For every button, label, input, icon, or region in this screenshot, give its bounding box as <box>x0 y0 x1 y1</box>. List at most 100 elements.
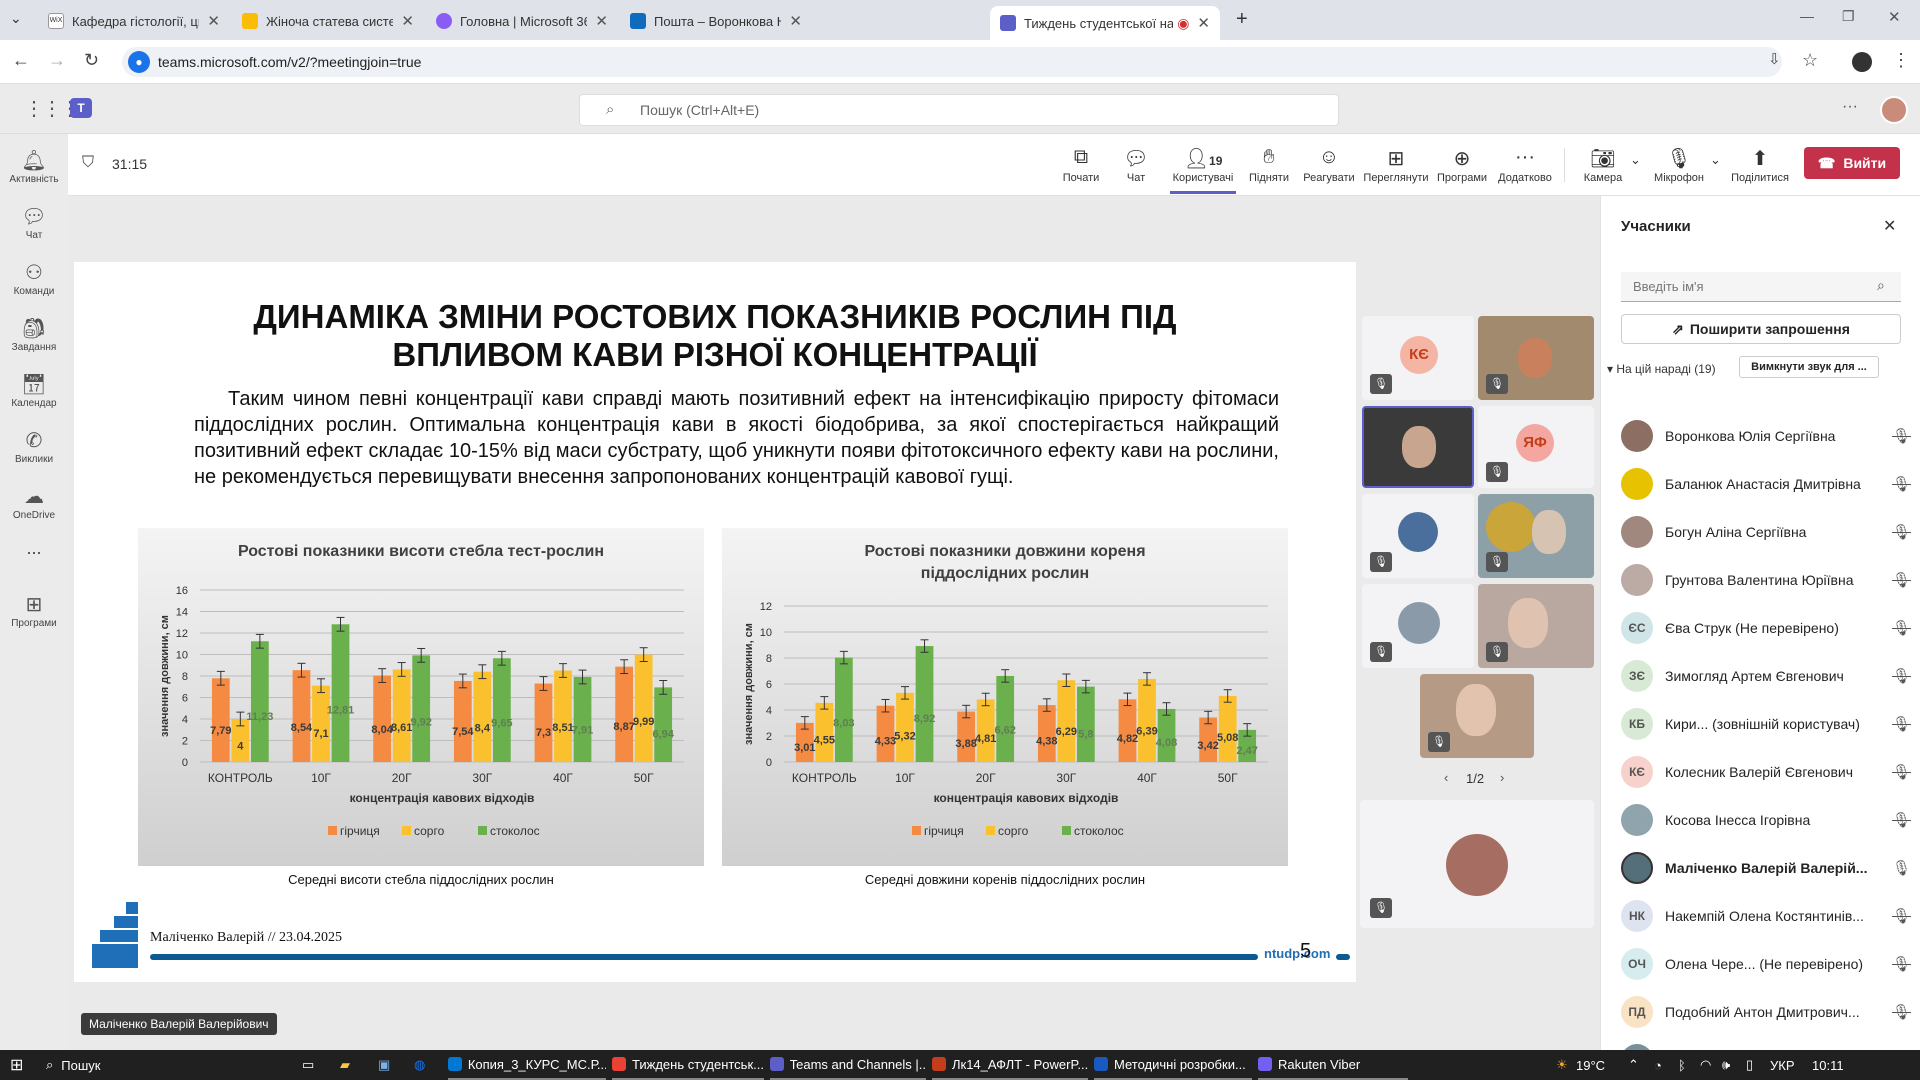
video-tile[interactable]: 🎙︎ <box>1362 584 1474 668</box>
participant-row[interactable]: Баланюк Анастасія Дмитрівна 🎙︎ <box>1621 464 1911 504</box>
network-icon[interactable]: ◔ <box>1654 1050 1662 1080</box>
video-tile[interactable]: 🎙︎ <box>1478 494 1594 578</box>
tray-chevron-icon[interactable]: ⌃ <box>1628 1050 1639 1080</box>
browser-menu-icon[interactable]: ⋮ <box>1892 50 1910 71</box>
forward-icon[interactable]: → <box>48 50 66 71</box>
site-info-icon[interactable]: ● <box>128 51 150 73</box>
share-button[interactable]: ⬆ Поділитися <box>1728 146 1792 184</box>
close-tab-icon[interactable]: ✕ <box>1197 14 1210 32</box>
new-tab-icon[interactable]: + <box>1236 8 1248 31</box>
rail-apps[interactable]: ⊞ Програми <box>0 592 68 629</box>
browser-tab[interactable]: WiXКафедра гістології, цитології та✕ <box>38 6 230 36</box>
rail-assignments[interactable]: 🎒︎ Завдання <box>0 316 68 353</box>
rail-onedrive[interactable]: ☁ OneDrive <box>0 484 68 521</box>
camera-button[interactable]: 📷︎ Камера <box>1578 146 1628 184</box>
close-window-icon[interactable]: ✕ <box>1888 8 1901 26</box>
volume-icon[interactable]: 🕪︎ <box>1722 1050 1730 1080</box>
video-tile[interactable]: 🎙︎ <box>1420 674 1534 758</box>
task-view-icon[interactable]: ▭ <box>302 1050 314 1080</box>
more-options-icon[interactable]: ··· <box>1842 98 1858 116</box>
taskbar-language[interactable]: УКР <box>1770 1050 1795 1080</box>
camera-options-chevron-icon[interactable]: ⌄ <box>1630 152 1641 168</box>
video-tile[interactable]: 🎙︎ <box>1362 494 1474 578</box>
taskbar-clock[interactable]: 10:11 <box>1812 1050 1844 1080</box>
apps-button[interactable]: ⊕ Програми <box>1434 146 1490 184</box>
participant-row[interactable]: Грунтова Валентина Юріївна 🎙︎ <box>1621 560 1911 600</box>
close-tab-icon[interactable]: ✕ <box>207 12 220 30</box>
mic-options-chevron-icon[interactable]: ⌄ <box>1710 152 1721 168</box>
restore-icon[interactable]: ❐ <box>1842 8 1855 25</box>
participant-row[interactable]: ПД Подобний Антон Дмитрович... 🎙︎ <box>1621 992 1911 1032</box>
gallery-next-icon[interactable]: › <box>1500 770 1504 785</box>
participant-row[interactable]: КБ Кири... (зовнішній користувач) 🎙︎ <box>1621 704 1911 744</box>
react-button[interactable]: ☺ Реагувати <box>1300 146 1358 184</box>
participant-row[interactable]: Маліченко Валерій Валерій... 🎙︎ <box>1621 848 1911 888</box>
close-tab-icon[interactable]: ✕ <box>401 12 414 30</box>
close-tab-icon[interactable]: ✕ <box>595 12 608 30</box>
browser-tab[interactable]: Головна | Microsoft 365 Copilo✕ <box>426 6 618 36</box>
participant-row[interactable]: Богун Аліна Сергіївна 🎙︎ <box>1621 512 1911 552</box>
browser-tab[interactable]: Пошта – Воронкова Юлія Серг✕ <box>620 6 812 36</box>
people-button[interactable]: 👤︎19 Користувачі <box>1170 146 1236 194</box>
in-meeting-section-toggle[interactable]: ▾ На цій нараді (19) <box>1607 362 1716 376</box>
bookmark-star-icon[interactable]: ☆ <box>1802 50 1818 71</box>
start-icon[interactable]: ⊞ <box>10 1050 23 1080</box>
browser-tab[interactable]: Жіноча статева система 2020.✕ <box>232 6 424 36</box>
rail-more[interactable]: ... <box>0 538 68 559</box>
tab-list-chevron-icon[interactable]: ⌄ <box>10 10 22 27</box>
store-icon[interactable]: ▣ <box>378 1050 390 1080</box>
back-icon[interactable]: ← <box>12 50 30 71</box>
more-button[interactable]: ··· Додатково <box>1492 146 1558 184</box>
participant-row[interactable]: ОЧ Олена Чере... (Не перевірено) 🎙︎ <box>1621 944 1911 984</box>
close-panel-icon[interactable]: ✕ <box>1883 216 1896 236</box>
chat-button[interactable]: 💬︎ Чат <box>1114 146 1158 184</box>
share-invite-button[interactable]: ⇗ Поширити запрошення <box>1621 314 1901 344</box>
video-tile[interactable]: 🎙︎ <box>1478 316 1594 400</box>
taskbar-search[interactable]: ⌕ Пошук <box>46 1050 100 1080</box>
file-explorer-icon[interactable]: ▰ <box>340 1050 350 1080</box>
rail-calls[interactable]: ✆ Виклики <box>0 428 68 465</box>
reload-icon[interactable]: ↻ <box>84 50 99 71</box>
video-tile[interactable]: КЄ 🎙︎ <box>1362 316 1474 400</box>
rail-calendar[interactable]: 📅︎ Календар <box>0 372 68 409</box>
participant-row[interactable]: НК Накемпій Олена Костянтинів... 🎙︎ <box>1621 896 1911 936</box>
minimize-icon[interactable]: — <box>1800 8 1814 24</box>
browser-tab-active[interactable]: Тиждень студентської нау ◉ ✕ <box>990 6 1220 40</box>
bluetooth-icon[interactable]: ᛒ <box>1678 1050 1686 1080</box>
user-avatar[interactable] <box>1880 96 1908 124</box>
rail-teams[interactable]: ⚇ Команди <box>0 260 68 297</box>
view-button[interactable]: ⊞ Переглянути <box>1360 146 1432 184</box>
taskbar-app[interactable]: Методичні розробки... <box>1094 1050 1252 1080</box>
rail-chat[interactable]: 💬︎ Чат <box>0 204 68 241</box>
rail-activity[interactable]: 🔔︎ Активність <box>0 148 68 185</box>
record-button[interactable]: ⧉ Почати <box>1056 146 1106 184</box>
raise-hand-button[interactable]: ✋︎ Підняти <box>1246 146 1292 184</box>
battery-icon[interactable]: ▯ <box>1746 1050 1753 1080</box>
wifi-icon[interactable]: ◠ <box>1700 1050 1711 1080</box>
profile-avatar[interactable] <box>1852 52 1872 72</box>
self-view-tile[interactable]: 🎙︎ <box>1360 800 1594 928</box>
video-tile[interactable]: ЯФ 🎙︎ <box>1478 406 1594 488</box>
taskbar-app[interactable]: Тиждень студентськ... <box>612 1050 764 1080</box>
leave-button[interactable]: ☎ Вийти <box>1804 147 1900 179</box>
participant-row[interactable]: ЄС Єва Струк (Не перевірено) 🎙︎ <box>1621 608 1911 648</box>
participant-row[interactable]: ЗЄ Зимогляд Артем Євгенович 🎙︎ <box>1621 656 1911 696</box>
taskbar-app[interactable]: Лк14_АФЛТ - PowerP... <box>932 1050 1088 1080</box>
mute-all-button[interactable]: Вимкнути звук для ... <box>1739 356 1879 378</box>
search-input[interactable]: ⌕ Пошук (Ctrl+Alt+E) <box>579 94 1339 126</box>
outlook-taskbar-icon[interactable]: ◍ <box>414 1050 425 1080</box>
taskbar-app[interactable]: Rakuten Viber <box>1258 1050 1408 1080</box>
participant-row[interactable]: Воронкова Юлія Сергіївна 🎙︎ <box>1621 416 1911 456</box>
participant-row[interactable]: Косова Інесса Ігорівна 🎙︎ <box>1621 800 1911 840</box>
taskbar-app[interactable]: Копия_3_КУРС_МС.Р... <box>448 1050 606 1080</box>
microphone-button[interactable]: 🎙︎ Мікрофон <box>1648 146 1710 184</box>
video-tile-active-speaker[interactable] <box>1362 406 1474 488</box>
taskbar-app[interactable]: Teams and Channels |... <box>770 1050 926 1080</box>
url-field[interactable]: ● teams.microsoft.com/v2/?meetingjoin=tru… <box>122 47 1782 77</box>
gallery-prev-icon[interactable]: ‹ <box>1444 770 1448 785</box>
participant-search-input[interactable]: Введіть ім'я ⌕ <box>1621 272 1901 302</box>
close-tab-icon[interactable]: ✕ <box>789 12 802 30</box>
video-tile[interactable]: 🎙︎ <box>1478 584 1594 668</box>
participant-row[interactable]: КЄ Колесник Валерій Євгенович 🎙︎ <box>1621 752 1911 792</box>
install-app-icon[interactable]: ⇩ <box>1768 50 1781 68</box>
